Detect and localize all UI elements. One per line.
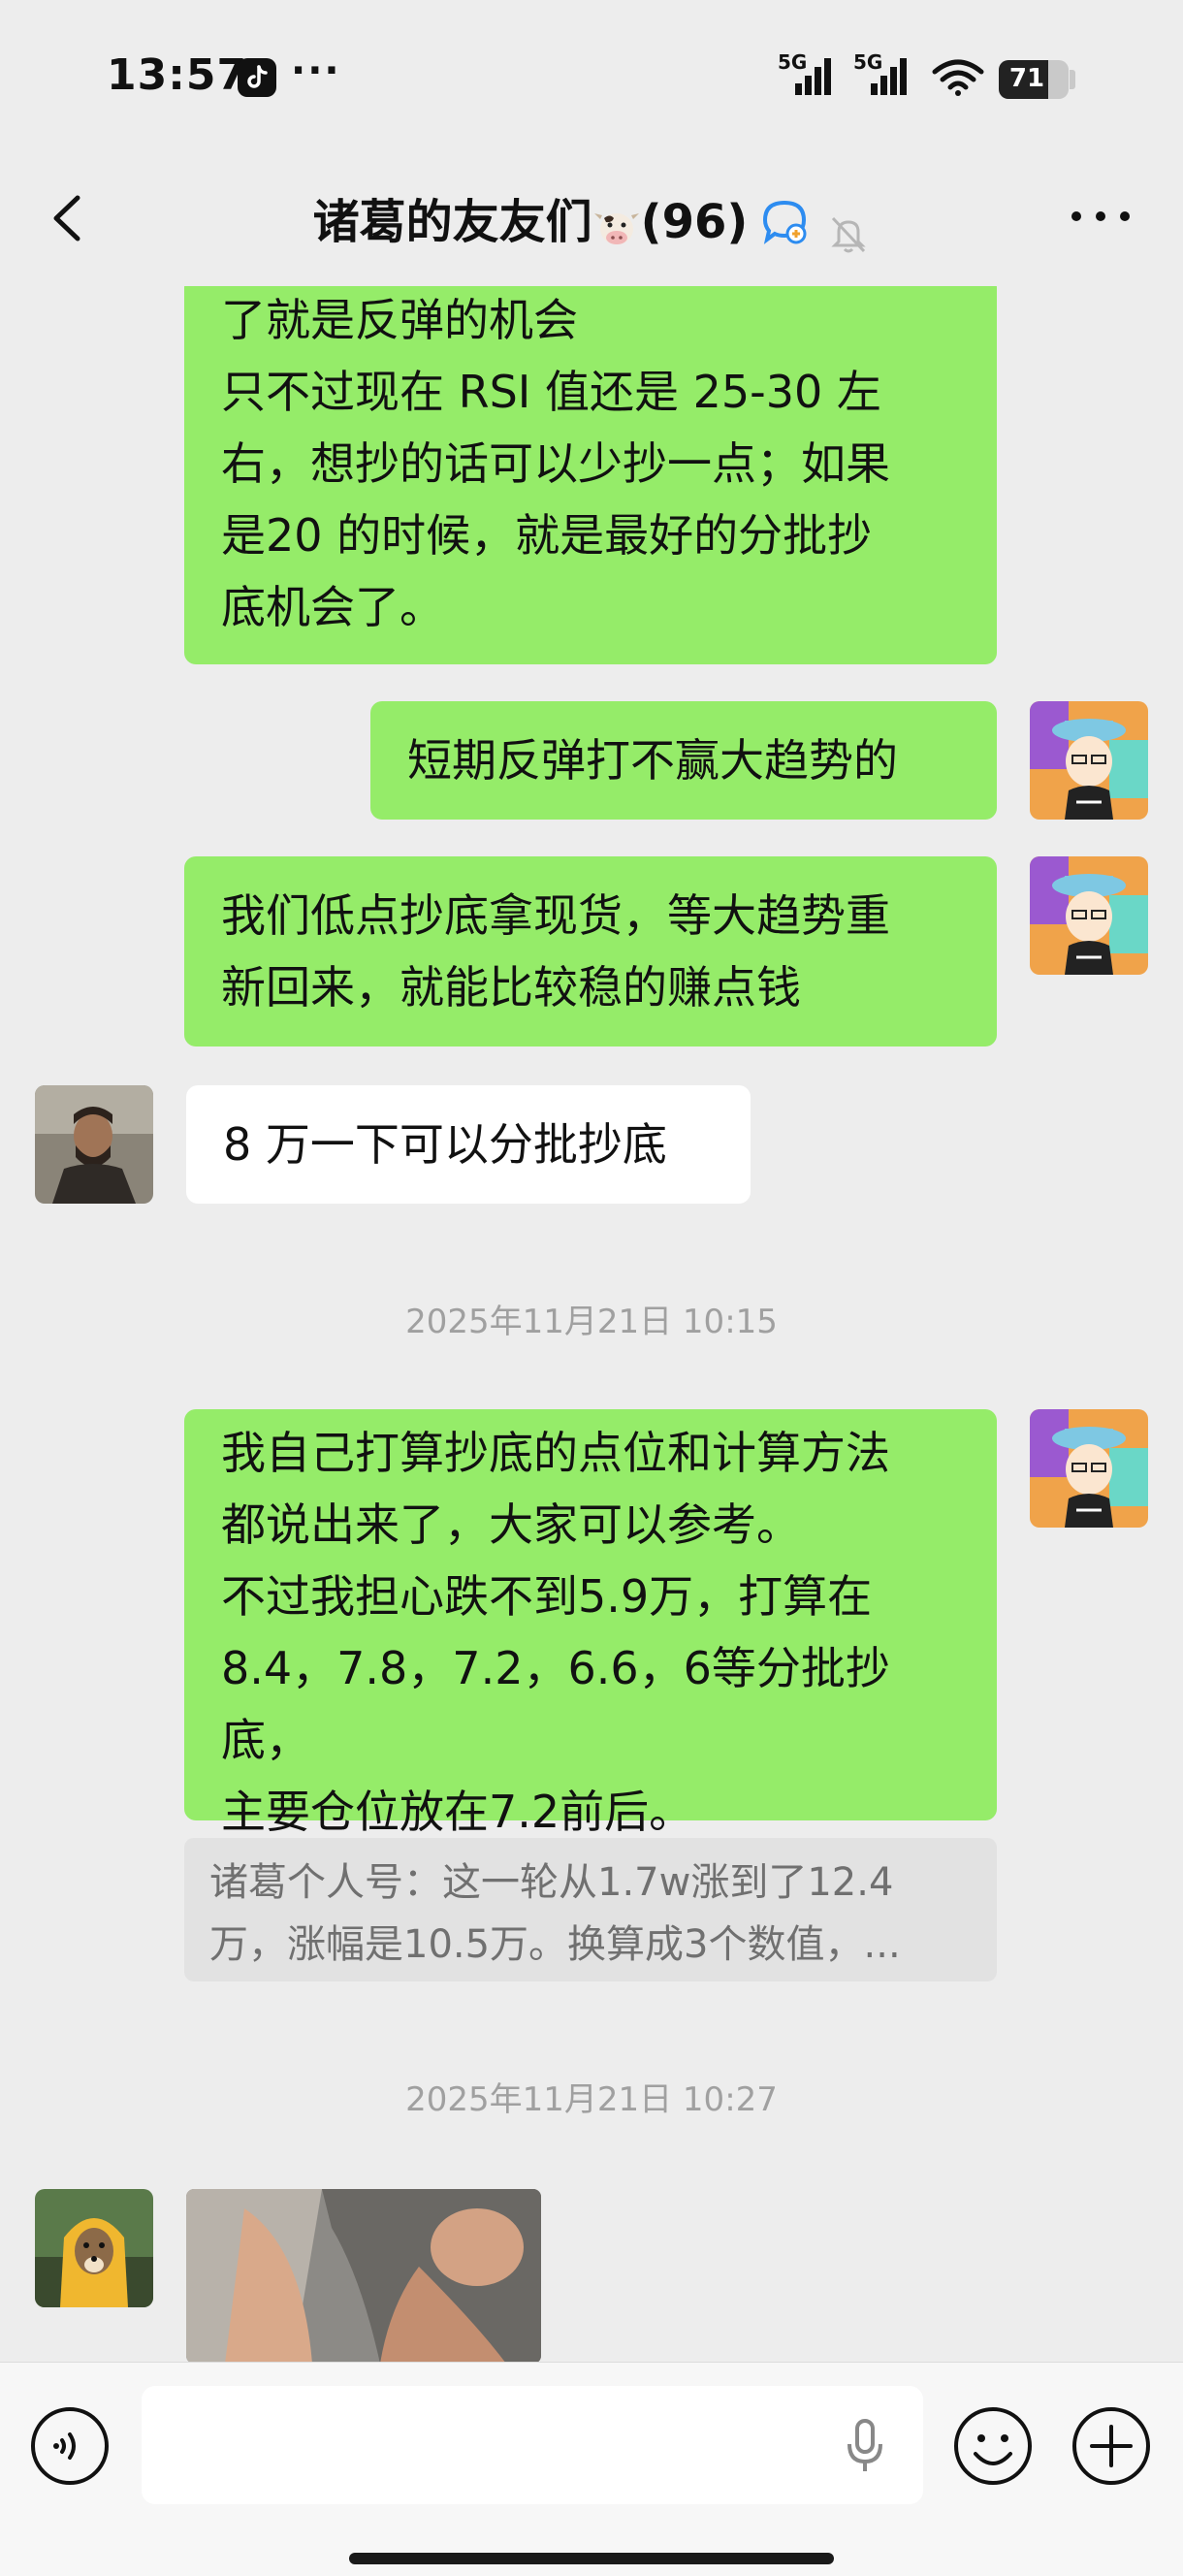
avatar-self[interactable] [1030, 701, 1148, 820]
mute-bell-icon [827, 201, 870, 253]
chat-bubble-self[interactable]: 我们低点抄底拿现货，等大趋势重 新回来，就能比较稳的赚点钱 [184, 856, 997, 1046]
chat-bubble-self[interactable]: 短期反弹打不赢大趋势的 [370, 701, 997, 820]
status-bar: 13:57 ··· 5G 5G 71 [0, 0, 1183, 155]
message-line: 只不过现在 RSI 值还是 25-30 左 [221, 366, 881, 418]
message-line: 8.4，7.8，7.2，6.6，6等分批抄底， [221, 1642, 890, 1766]
more-notifications-icon: ··· [291, 48, 341, 93]
group-name: 诸葛的友友们 [312, 195, 592, 249]
chat-bubble-self[interactable]: 我自己打算抄底的点位和计算方法 都说出来了，大家可以参考。 不过我担心跌不到5.… [184, 1409, 997, 1838]
avatar-other[interactable] [35, 1085, 153, 1204]
avatar-self[interactable] [1030, 1409, 1148, 1528]
quoted-message[interactable]: 诸葛个人号：这一轮从1.7w涨到了12.4 万，涨幅是10.5万。换算成3个数值… [184, 1838, 997, 1981]
chat-message-list[interactable]: 了就是反弹的机会 只不过现在 RSI 值还是 25-30 左 右，想抄的话可以少… [0, 286, 1183, 2362]
wifi-icon [931, 58, 985, 97]
avatar-other[interactable] [35, 2189, 153, 2307]
battery-tip [1070, 70, 1075, 89]
message-line: 我自己打算抄底的点位和计算方法 [221, 1427, 890, 1479]
message-line: 新回来，就能比较稳的赚点钱 [221, 961, 801, 1014]
message-line: 都说出来了，大家可以参考。 [221, 1498, 801, 1551]
chat-timestamp: 2025年11月21日 10:27 [405, 2080, 778, 2119]
more-actions-button[interactable] [1071, 2405, 1152, 2487]
message-line: 短期反弹打不赢大趋势的 [407, 734, 898, 787]
voice-input-button[interactable] [29, 2405, 111, 2487]
message-line: 底机会了。 [221, 581, 444, 633]
message-line: 8 万一下可以分批抄底 [223, 1118, 667, 1171]
chat-header: 诸葛的友友们 (96) [0, 155, 1183, 286]
message-line: 我们低点抄底拿现货，等大趋势重 [221, 889, 890, 942]
message-line: 右，想抄的话可以少抄一点；如果 [221, 437, 890, 490]
message-input[interactable] [142, 2386, 923, 2504]
image-message[interactable] [186, 2189, 541, 2362]
tiktok-icon [238, 58, 276, 97]
member-count: (96) [640, 195, 749, 249]
message-line: 了就是反弹的机会 [221, 294, 578, 346]
chat-bubble-self[interactable]: 了就是反弹的机会 只不过现在 RSI 值还是 25-30 左 右，想抄的话可以少… [184, 286, 997, 664]
input-bar [0, 2362, 1183, 2576]
chat-title[interactable]: 诸葛的友友们 (96) [0, 180, 1183, 258]
chat-timestamp: 2025年11月21日 10:15 [405, 1303, 778, 1341]
battery-level-text: 71 [1008, 64, 1045, 93]
emoji-button[interactable] [952, 2405, 1034, 2487]
message-line: 不过我担心跌不到5.9万，打算在 [221, 1570, 873, 1623]
cow-emoji-icon [592, 198, 641, 246]
message-line: 是20 的时候，就是最好的分批抄 [221, 509, 873, 562]
quote-line: 万，涨幅是10.5万。换算成3个数值，... [209, 1922, 901, 1967]
quote-line: 诸葛个人号：这一轮从1.7w涨到了12.4 [209, 1860, 894, 1905]
chat-bubble-other[interactable]: 8 万一下可以分批抄底 [186, 1085, 751, 1204]
signal-1-icon: 5G [778, 50, 838, 97]
signal-2-icon: 5G [853, 50, 913, 97]
avatar-self[interactable] [1030, 856, 1148, 975]
group-chat-icon[interactable] [757, 195, 812, 249]
microphone-icon[interactable] [844, 2417, 886, 2475]
message-line: 主要仓位放在7.2前后。 [221, 1786, 694, 1838]
more-options-button[interactable] [1067, 192, 1135, 241]
home-indicator [349, 2553, 834, 2564]
status-time: 13:57 [107, 50, 248, 100]
battery-icon: 71 [999, 60, 1069, 99]
